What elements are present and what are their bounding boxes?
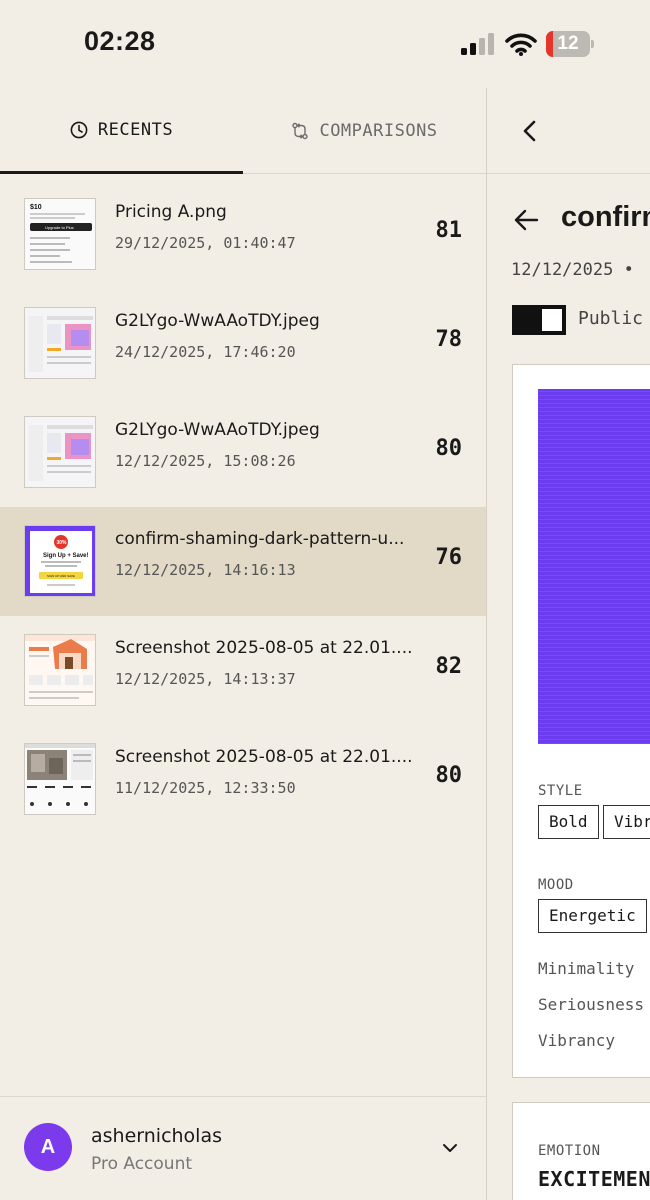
item-date: 11/12/2025, 12:33:50 bbox=[115, 779, 296, 797]
item-date: 29/12/2025, 01:40:47 bbox=[115, 234, 296, 252]
emotion-label: EMOTION bbox=[538, 1143, 601, 1159]
account-plan: Pro Account bbox=[91, 1154, 193, 1174]
clock-icon bbox=[70, 121, 88, 138]
list-item[interactable]: Screenshot 2025-08-05 at 22.01.... 11/12… bbox=[0, 725, 486, 834]
style-label: STYLE bbox=[538, 783, 583, 799]
status-bar: 02:28 12 bbox=[0, 0, 650, 88]
item-date: 12/12/2025, 15:08:26 bbox=[115, 452, 296, 470]
item-title: Screenshot 2025-08-05 at 22.01.... bbox=[115, 747, 413, 767]
thumb-pricing-cta: Upgrade to Plus bbox=[45, 225, 74, 230]
item-score: 81 bbox=[435, 218, 463, 243]
list-item[interactable]: Screenshot 2025-08-05 at 22.01.... 12/12… bbox=[0, 616, 486, 725]
thumb-signup-badge: 30% bbox=[57, 540, 68, 546]
item-title: Screenshot 2025-08-05 at 22.01.... bbox=[115, 638, 413, 658]
tab-recents-label: RECENTS bbox=[97, 119, 174, 140]
color-swatch bbox=[538, 389, 650, 744]
style-chip: Bold bbox=[538, 805, 599, 839]
battery-icon: 12 bbox=[546, 31, 594, 57]
thumb-signup-title: Sign Up + Save! bbox=[43, 553, 89, 559]
mood-label: MOOD bbox=[538, 877, 574, 893]
public-label: Public bbox=[578, 308, 644, 329]
avatar: A bbox=[24, 1123, 72, 1171]
thumbnail-image: 30% Sign Up + Save! SIGN UP AND SAVE bbox=[24, 525, 96, 597]
thumbnail-image: $10 Upgrade to Plus bbox=[24, 198, 96, 270]
metric-label: Minimality bbox=[538, 959, 635, 978]
item-score: 82 bbox=[435, 654, 463, 679]
metric-label: Vibrancy bbox=[538, 1031, 616, 1050]
item-title: confirm-shaming-dark-pattern-u... bbox=[115, 529, 405, 549]
thumbnail-image bbox=[24, 416, 96, 488]
thumb-pricing-price: $10 bbox=[30, 204, 42, 211]
tab-comparisons[interactable]: COMPARISONS bbox=[243, 88, 486, 174]
item-score: 80 bbox=[435, 763, 463, 788]
list-item-selected[interactable]: 30% Sign Up + Save! SIGN UP AND SAVE con… bbox=[0, 507, 486, 616]
arrow-left-icon[interactable] bbox=[513, 208, 539, 232]
recents-panel: RECENTS COMPARISONS $10 Upgrade to Plus … bbox=[0, 88, 486, 1200]
item-score: 78 bbox=[435, 327, 463, 352]
chevron-down-icon[interactable] bbox=[440, 1138, 460, 1158]
thumb-signup-cta: SIGN UP AND SAVE bbox=[47, 574, 75, 578]
item-score: 80 bbox=[435, 436, 463, 461]
chevron-left-icon[interactable] bbox=[520, 119, 540, 143]
signal-icon bbox=[461, 33, 494, 55]
recents-list: $10 Upgrade to Plus Pricing A.png 29/12/… bbox=[0, 180, 486, 834]
item-title: G2LYgo-WwAAoTDY.jpeg bbox=[115, 311, 320, 331]
tab-comparisons-label: COMPARISONS bbox=[319, 121, 438, 141]
mood-chip: Energetic bbox=[538, 899, 647, 933]
emotion-value: EXCITEMEN bbox=[538, 1167, 650, 1191]
list-item[interactable]: $10 Upgrade to Plus Pricing A.png 29/12/… bbox=[0, 180, 486, 289]
status-time: 02:28 bbox=[84, 26, 156, 56]
style-chip: Vibr bbox=[603, 805, 650, 839]
thumbnail-image bbox=[24, 307, 96, 379]
list-item[interactable]: G2LYgo-WwAAoTDY.jpeg 12/12/2025, 15:08:2… bbox=[0, 398, 486, 507]
detail-header bbox=[487, 88, 650, 174]
metric-label: Seriousness bbox=[538, 995, 644, 1014]
list-item[interactable]: G2LYgo-WwAAoTDY.jpeg 24/12/2025, 17:46:2… bbox=[0, 289, 486, 398]
detail-panel: confirm 12/12/2025 • Public STYLE Bold V… bbox=[487, 88, 650, 1200]
item-title: G2LYgo-WwAAoTDY.jpeg bbox=[115, 420, 320, 440]
battery-level: 12 bbox=[557, 33, 579, 54]
tab-bar: RECENTS COMPARISONS bbox=[0, 88, 486, 174]
account-switcher[interactable]: A ashernicholas Pro Account bbox=[0, 1096, 486, 1200]
item-date: 24/12/2025, 17:46:20 bbox=[115, 343, 296, 361]
item-date: 12/12/2025, 14:13:37 bbox=[115, 670, 296, 688]
detail-title: confirm bbox=[561, 201, 650, 233]
detail-date: 12/12/2025 • bbox=[511, 260, 634, 280]
thumbnail-image bbox=[24, 743, 96, 815]
wifi-icon bbox=[505, 33, 537, 56]
analysis-card: STYLE Bold Vibr MOOD Energetic Minimalit… bbox=[512, 364, 650, 1078]
item-score: 76 bbox=[435, 545, 463, 570]
emotion-card: EMOTION EXCITEMEN bbox=[512, 1102, 650, 1200]
item-title: Pricing A.png bbox=[115, 202, 227, 222]
tab-recents[interactable]: RECENTS bbox=[0, 88, 243, 174]
public-toggle[interactable] bbox=[512, 305, 566, 335]
item-date: 12/12/2025, 14:16:13 bbox=[115, 561, 296, 579]
account-username: ashernicholas bbox=[91, 1125, 223, 1147]
compare-icon bbox=[292, 122, 309, 140]
thumbnail-image bbox=[24, 634, 96, 706]
